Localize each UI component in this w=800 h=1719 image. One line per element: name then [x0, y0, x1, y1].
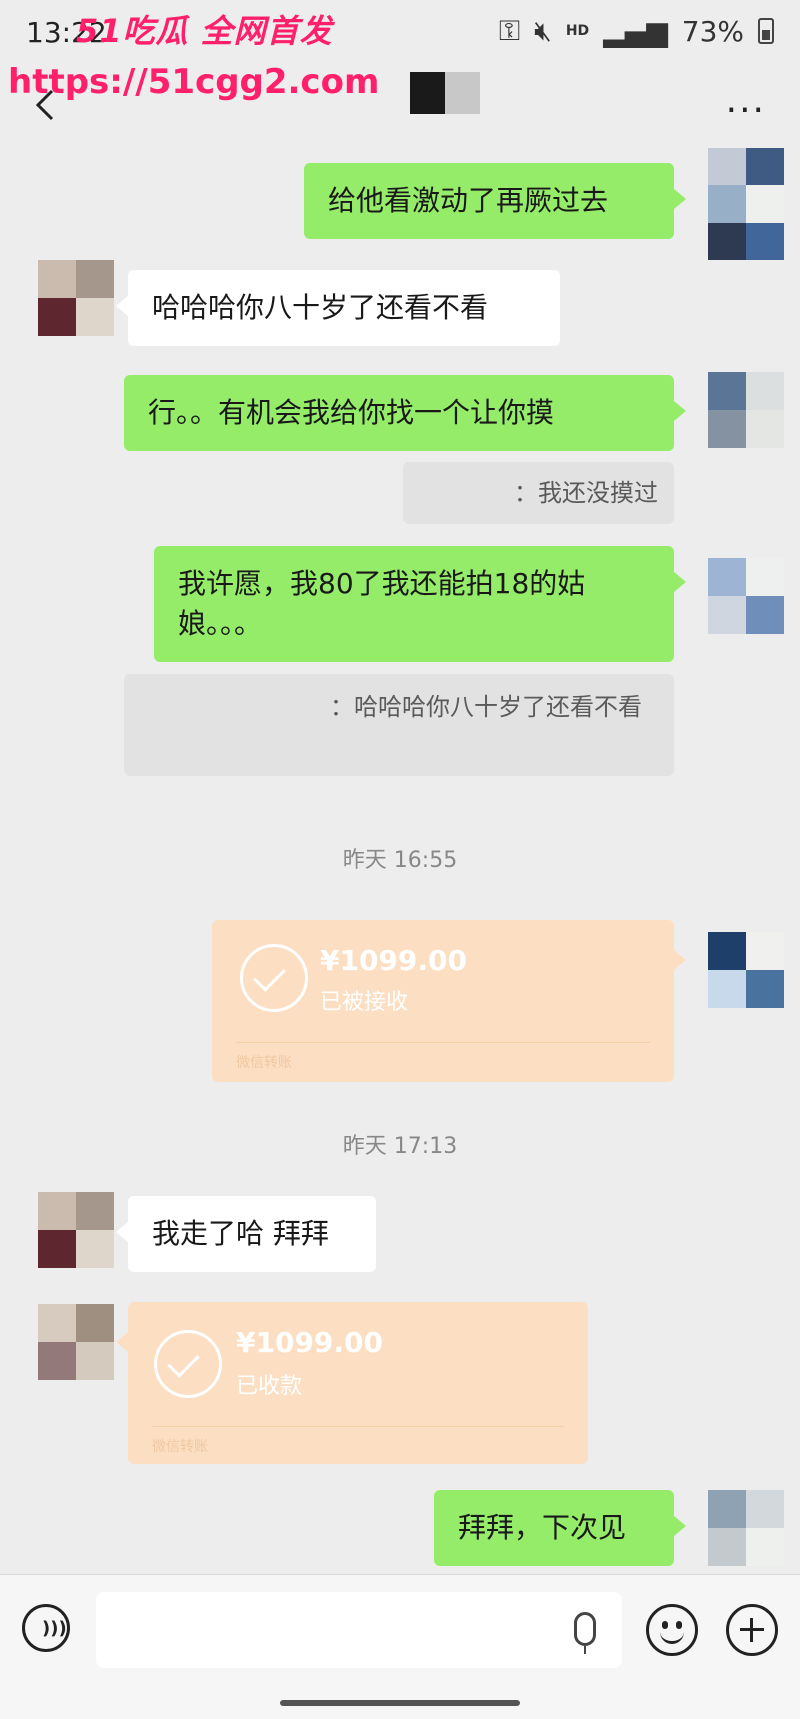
message-bubble-sent[interactable]: 我许愿，我80了我还能拍18的姑娘。。。	[154, 546, 686, 662]
transfer-status: 已收款	[236, 1374, 303, 1399]
battery-icon	[758, 18, 774, 44]
home-indicator[interactable]	[280, 1700, 520, 1706]
transfer-divider	[236, 1042, 650, 1043]
transfer-amount: ¥1099.00	[236, 1326, 384, 1359]
contact-avatar[interactable]	[38, 260, 114, 336]
check-circle-icon	[154, 1330, 222, 1398]
message-bubble-sent[interactable]: 拜拜，下次见	[434, 1490, 686, 1566]
status-icons: ⚿ 🔇︎ HD ▂▄▆ 73%	[499, 14, 774, 48]
key-icon: ⚿	[498, 14, 521, 47]
voice-input-icon[interactable]: )))	[22, 1604, 70, 1652]
transfer-amount: ¥1099.00	[320, 944, 468, 977]
contact-avatar[interactable]	[38, 1304, 114, 1380]
back-icon[interactable]	[26, 85, 66, 125]
watermark-title: 51吃瓜 全网首发	[76, 12, 333, 50]
transfer-footer: 微信转账	[152, 1439, 208, 1455]
message-input[interactable]	[96, 1592, 622, 1668]
message-bubble-sent[interactable]: 行。。有机会我给你找一个让你摸	[124, 375, 686, 451]
contact-avatar[interactable]	[38, 1192, 114, 1268]
quoted-message[interactable]: ：我还没摸过	[403, 462, 674, 524]
my-avatar[interactable]	[708, 1490, 784, 1566]
transfer-card[interactable]: ¥1099.00 已收款 微信转账	[116, 1302, 588, 1464]
check-circle-icon	[240, 944, 308, 1012]
microphone-icon[interactable]	[574, 1612, 596, 1646]
transfer-divider	[152, 1426, 564, 1427]
microphone-stem	[584, 1646, 586, 1654]
timestamp: 昨天 16:55	[342, 848, 458, 873]
battery-label: 73%	[681, 14, 744, 48]
timestamp: 昨天 17:13	[342, 1134, 458, 1159]
my-avatar[interactable]	[708, 558, 784, 634]
transfer-card[interactable]: ¥1099.00 已被接收 微信转账	[212, 920, 686, 1082]
message-bubble-received[interactable]: 哈哈哈你八十岁了还看不看	[116, 270, 560, 346]
my-avatar[interactable]	[708, 932, 784, 1008]
my-avatar[interactable]	[708, 372, 784, 448]
transfer-footer: 微信转账	[236, 1055, 292, 1071]
mute-icon: 🔇︎	[534, 14, 552, 47]
add-more-icon[interactable]	[726, 1604, 778, 1656]
more-options-icon[interactable]: ···	[726, 90, 766, 131]
my-avatar[interactable]	[708, 148, 784, 260]
quoted-message[interactable]: ：哈哈哈你八十岁了还看不看	[124, 674, 674, 776]
network-label: HD	[565, 23, 590, 39]
signal-icon: ▂▄▆	[603, 14, 668, 48]
contact-name-redacted	[410, 72, 480, 114]
emoji-icon[interactable]	[646, 1604, 698, 1656]
message-bubble-sent[interactable]: 给他看激动了再厥过去	[304, 163, 686, 239]
message-bubble-received[interactable]: 我走了哈 拜拜	[116, 1196, 376, 1272]
transfer-status: 已被接收	[320, 990, 409, 1015]
